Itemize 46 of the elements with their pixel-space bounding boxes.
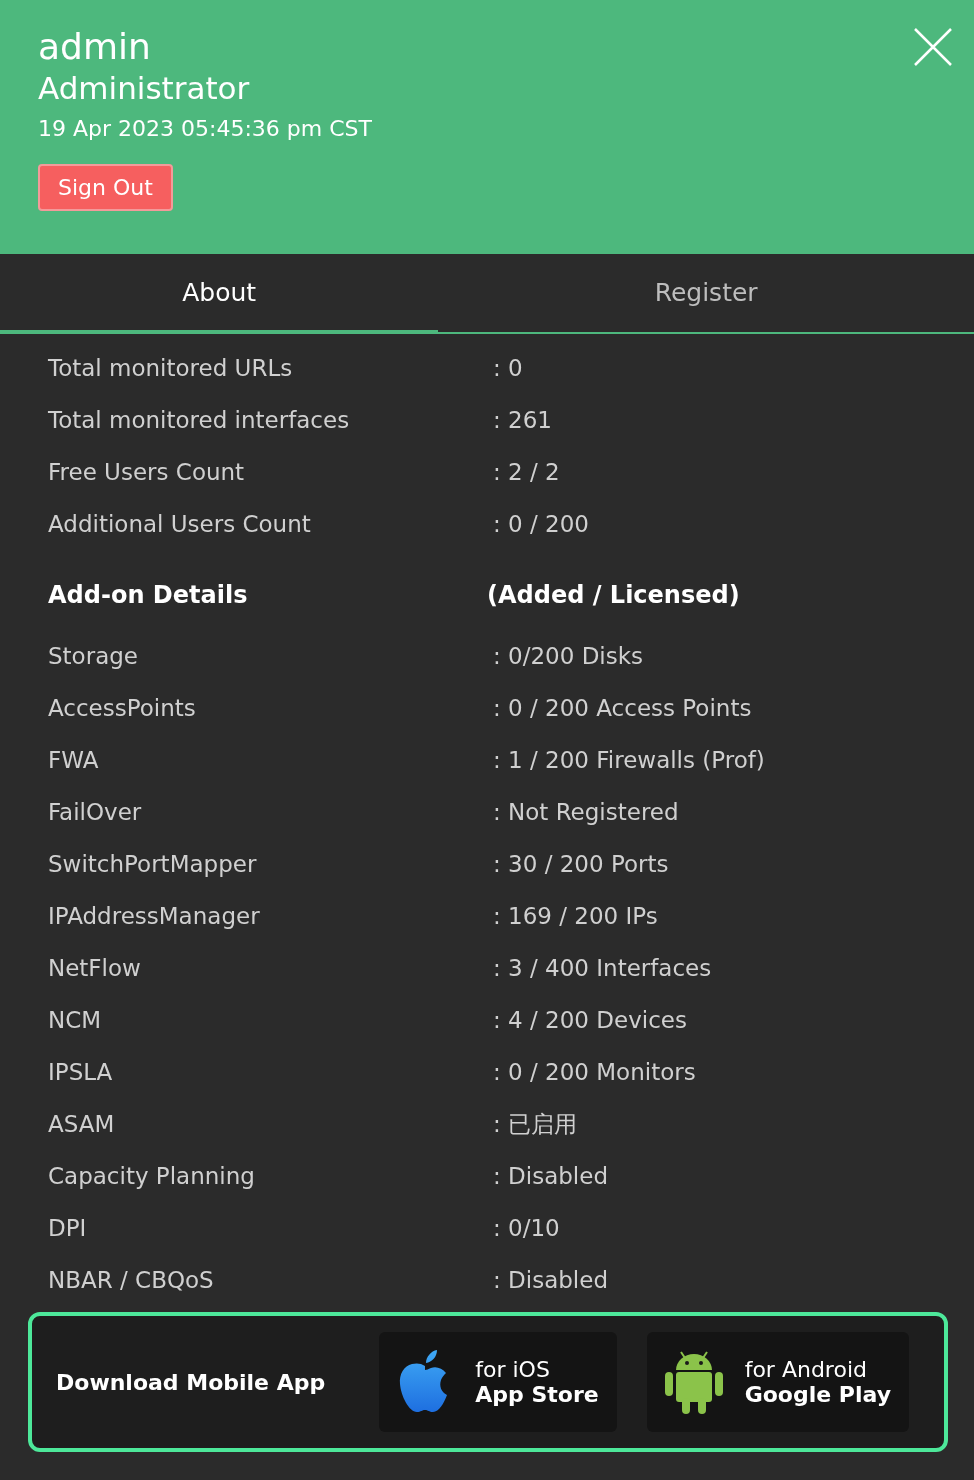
addon-label: FWA xyxy=(48,747,100,773)
section-heading: Add-on Details xyxy=(48,581,249,609)
user-role: Administrator xyxy=(38,69,250,108)
addon-label: NetFlow xyxy=(48,955,142,981)
info-value: : 0 xyxy=(493,355,523,381)
tab[interactable]: About xyxy=(0,254,439,334)
info-label: Additional Users Count xyxy=(48,511,312,537)
android-icon xyxy=(664,1350,723,1414)
addon-value: : 3 / 400 Interfaces xyxy=(493,955,712,981)
addon-label: AccessPoints xyxy=(48,695,197,721)
addon-label: NBAR / CBQoS xyxy=(48,1267,215,1293)
info-label: Total monitored interfaces xyxy=(48,407,351,433)
addon-value: : 4 / 200 Devices xyxy=(493,1007,687,1033)
addon-value: : 0/10 xyxy=(493,1215,560,1241)
addon-label: IPSLA xyxy=(48,1059,114,1085)
addon-label: Capacity Planning xyxy=(48,1163,256,1189)
addon-value: : 0/200 Disks xyxy=(493,643,644,669)
info-value: : 2 / 2 xyxy=(493,459,560,485)
user-name: admin xyxy=(38,26,151,68)
addon-value: : 已启用 xyxy=(493,1109,578,1139)
addon-label: DPI xyxy=(48,1215,88,1241)
info-label: Free Users Count xyxy=(48,459,246,485)
addon-value: : 0 / 200 Monitors xyxy=(493,1059,696,1085)
addon-label: ASAM xyxy=(48,1111,116,1137)
info-label: Total monitored URLs xyxy=(48,355,294,381)
addon-value: : Disabled xyxy=(493,1267,608,1293)
info-value: : 261 xyxy=(493,407,552,433)
addon-value: : Disabled xyxy=(493,1163,608,1189)
addon-value: : Not Registered xyxy=(493,799,679,825)
banner-title: Download Mobile App xyxy=(56,1369,326,1395)
info-value: : 0 / 200 xyxy=(493,511,589,537)
addon-value: : 169 / 200 IPs xyxy=(493,903,658,929)
addon-label: Storage xyxy=(48,643,139,669)
addon-label: IPAddressManager xyxy=(48,903,261,929)
section-heading: (Added / Licensed) xyxy=(487,581,740,609)
store-button[interactable]: for Android Google Play xyxy=(646,1332,909,1432)
date-time: 19 Apr 2023 05:45:36 pm CST xyxy=(38,115,372,143)
addon-label: FailOver xyxy=(48,799,143,825)
addon-label: NCM xyxy=(48,1007,103,1033)
tab[interactable]: Register xyxy=(438,254,974,334)
store-button[interactable]: for iOS App Store xyxy=(379,1332,617,1432)
close-icon[interactable] xyxy=(914,28,952,66)
addon-value: : 0 / 200 Access Points xyxy=(493,695,752,721)
addon-value: : 1 / 200 Firewalls (Prof) xyxy=(493,747,765,773)
addon-label: SwitchPortMapper xyxy=(48,851,258,877)
addon-value: : 30 / 200 Ports xyxy=(493,851,669,877)
